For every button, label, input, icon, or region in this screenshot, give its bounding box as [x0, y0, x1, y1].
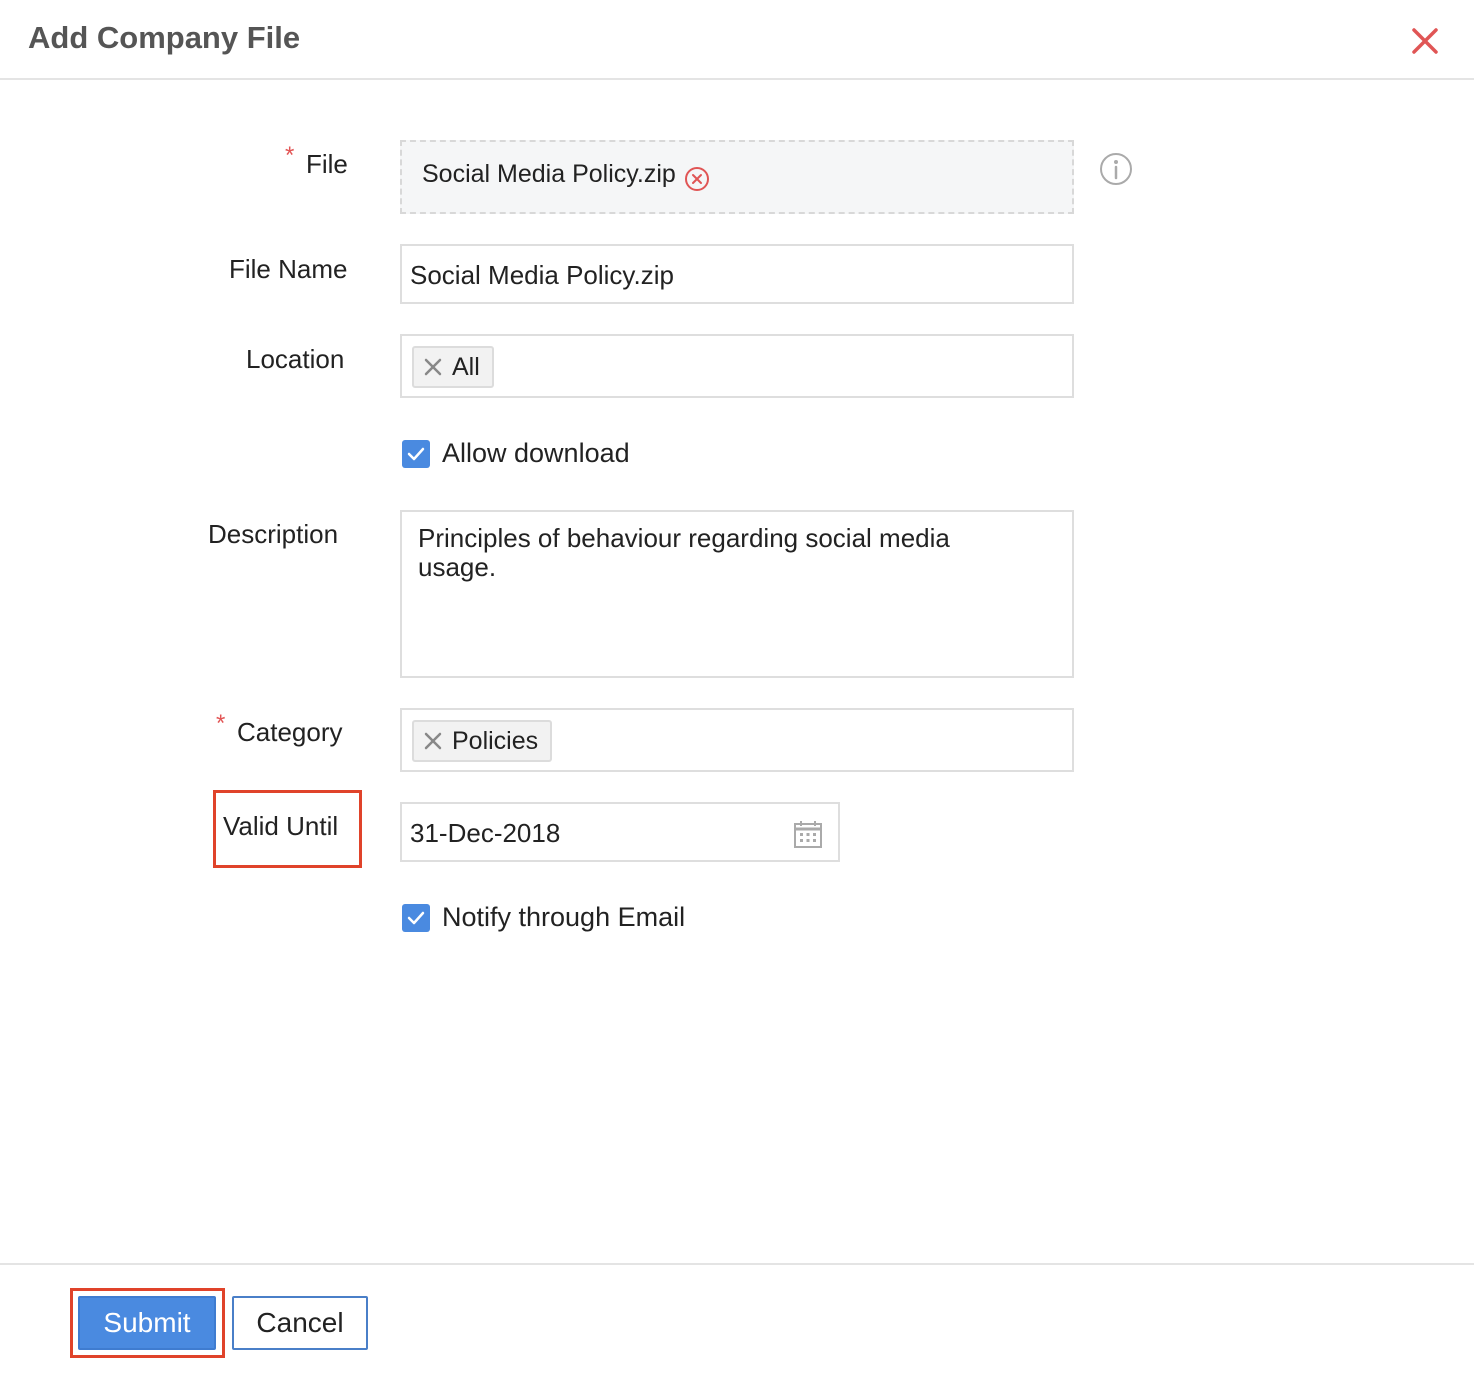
- description-value: Principles of behaviour regarding social…: [418, 523, 950, 582]
- info-icon[interactable]: [1099, 152, 1133, 186]
- cancel-button[interactable]: Cancel: [232, 1296, 368, 1350]
- location-tag-label: All: [452, 352, 480, 381]
- file-name-label: File Name: [229, 254, 348, 284]
- location-tag: All: [412, 346, 494, 388]
- category-input[interactable]: Policies: [400, 708, 1074, 772]
- valid-until-date-input[interactable]: 31-Dec-2018: [400, 802, 840, 862]
- category-tag: Policies: [412, 720, 553, 762]
- close-icon[interactable]: [1408, 24, 1442, 58]
- location-label: Location: [246, 344, 345, 374]
- notify-email-checkbox[interactable]: [402, 904, 430, 932]
- category-label: Category: [237, 717, 343, 747]
- x-icon[interactable]: [422, 356, 444, 378]
- description-label: Description: [208, 519, 339, 549]
- description-textarea[interactable]: Principles of behaviour regarding social…: [400, 510, 1074, 678]
- valid-until-label: Valid Until: [223, 811, 339, 841]
- checkmark-icon: [407, 447, 425, 461]
- calendar-icon[interactable]: [792, 818, 824, 850]
- x-icon[interactable]: [422, 730, 444, 752]
- location-input[interactable]: All: [400, 334, 1074, 398]
- remove-circle-icon[interactable]: [684, 166, 710, 192]
- notify-email-label[interactable]: Notify through Email: [442, 902, 685, 933]
- allow-download-checkbox[interactable]: [402, 440, 430, 468]
- allow-download-label[interactable]: Allow download: [442, 438, 630, 469]
- required-asterisk: *: [285, 142, 295, 169]
- file-upload-zone[interactable]: Social Media Policy.zip: [400, 140, 1074, 214]
- dialog-header: Add Company File: [0, 0, 1474, 80]
- file-name-value: Social Media Policy.zip: [410, 260, 674, 290]
- required-asterisk: *: [216, 710, 226, 737]
- file-name-input[interactable]: Social Media Policy.zip: [400, 244, 1074, 304]
- file-label: File: [306, 149, 348, 179]
- uploaded-file-name: Social Media Policy.zip: [422, 160, 676, 188]
- valid-until-value: 31-Dec-2018: [410, 818, 561, 848]
- submit-button[interactable]: Submit: [78, 1296, 216, 1350]
- dialog-title: Add Company File: [28, 20, 301, 55]
- category-tag-label: Policies: [452, 726, 539, 755]
- checkmark-icon: [407, 911, 425, 925]
